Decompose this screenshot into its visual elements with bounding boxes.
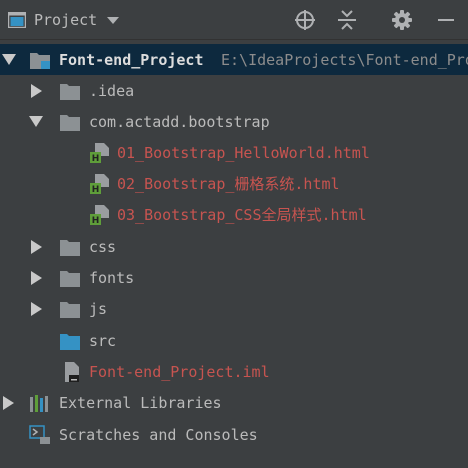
html-file-icon: H	[89, 142, 111, 164]
folder-label: fonts	[89, 268, 135, 287]
iml-file-icon	[59, 361, 81, 382]
tree-row-js[interactable]: js	[0, 293, 468, 324]
tree-label: Scratches and Consoles	[59, 425, 258, 444]
chevron-right-icon[interactable]	[28, 301, 44, 317]
html-file-icon: H	[89, 173, 111, 195]
module-folder-icon	[29, 50, 51, 70]
tree-row-external-libraries[interactable]: External Libraries	[0, 387, 468, 418]
chevron-down-icon[interactable]	[1, 52, 17, 68]
file-label: 02_Bootstrap_栅格系统.html	[117, 175, 340, 193]
tree-row-file[interactable]: H 01_Bootstrap_HelloWorld.html	[0, 137, 468, 168]
source-folder-icon	[59, 331, 81, 351]
chevron-right-icon[interactable]	[0, 395, 16, 411]
libraries-icon	[29, 393, 51, 413]
tree-row-css[interactable]: css	[0, 231, 468, 262]
tree-label: External Libraries	[59, 393, 222, 412]
chevron-right-icon[interactable]	[28, 239, 44, 255]
svg-text:H: H	[92, 185, 100, 194]
tree-row-src[interactable]: src	[0, 325, 468, 356]
root-path: E:\IdeaProjects\Font-end_Pro	[221, 50, 468, 69]
tree-row-fonts[interactable]: fonts	[0, 262, 468, 293]
hide-icon[interactable]	[434, 8, 458, 32]
project-view-selector[interactable]: Project	[7, 7, 120, 33]
file-label: 03_Bootstrap_CSS全局样式.html	[117, 206, 367, 224]
tree-row-file[interactable]: H 02_Bootstrap_栅格系统.html	[0, 168, 468, 199]
folder-icon	[59, 268, 81, 288]
tree-row-package[interactable]: com.actadd.bootstrap	[0, 106, 468, 137]
folder-label: css	[89, 237, 117, 256]
project-toolbar: Project	[0, 0, 468, 40]
locate-icon[interactable]	[293, 8, 317, 32]
collapse-all-icon[interactable]	[335, 8, 359, 32]
file-label: 01_Bootstrap_HelloWorld.html	[117, 143, 370, 162]
tree-row-iml[interactable]: Font-end_Project.iml	[0, 356, 468, 387]
svg-text:H: H	[92, 216, 100, 225]
folder-icon	[59, 112, 81, 132]
folder-label: .idea	[89, 81, 135, 100]
chevron-right-icon[interactable]	[28, 270, 44, 286]
tree-row-file[interactable]: H 03_Bootstrap_CSS全局样式.html	[0, 199, 468, 230]
gear-icon[interactable]	[390, 8, 414, 32]
folder-icon	[59, 81, 81, 101]
chevron-down-icon[interactable]	[28, 114, 44, 130]
folder-label: js	[89, 299, 108, 318]
folder-icon	[59, 237, 81, 257]
html-file-icon: H	[89, 204, 111, 226]
svg-text:H: H	[92, 154, 100, 163]
tree-row-idea[interactable]: .idea	[0, 75, 468, 106]
folder-icon	[59, 299, 81, 319]
tree-row-root[interactable]: Font-end_Project E:\IdeaProjects\Font-en…	[0, 44, 468, 75]
file-label: Font-end_Project.iml	[89, 362, 270, 381]
project-view-title: Project	[34, 11, 98, 29]
scratches-icon	[29, 424, 51, 445]
folder-label: src	[89, 331, 117, 350]
chevron-down-icon	[107, 16, 120, 24]
chevron-right-icon[interactable]	[28, 83, 44, 99]
folder-label: com.actadd.bootstrap	[89, 112, 270, 131]
root-name: Font-end_Project	[59, 50, 204, 69]
tree-row-scratches[interactable]: Scratches and Consoles	[0, 419, 468, 450]
project-window-icon	[7, 11, 27, 29]
